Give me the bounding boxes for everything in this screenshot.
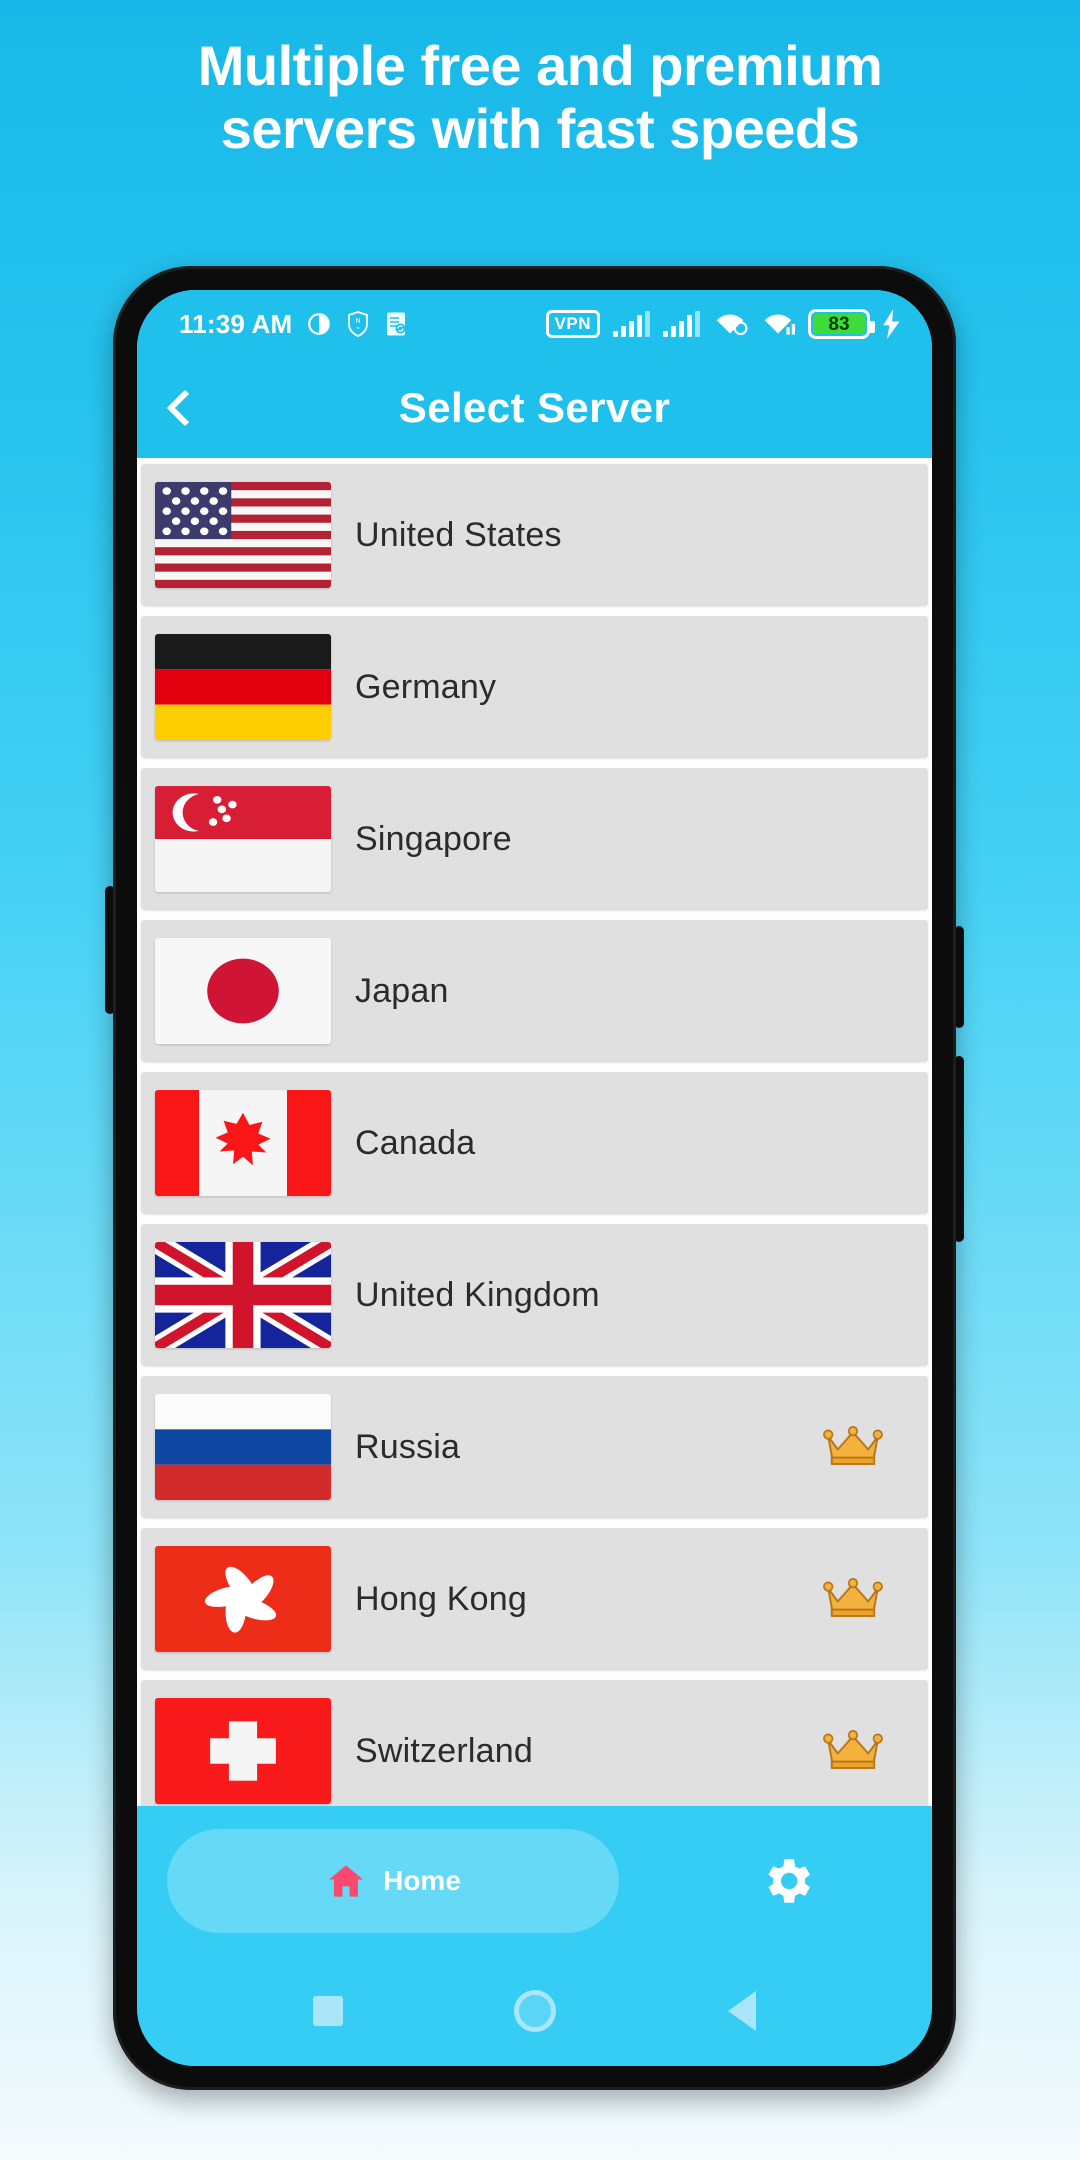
signal-bars-sim1-icon (613, 311, 650, 337)
settings-button[interactable] (758, 1852, 816, 1910)
table-row[interactable]: United States (141, 464, 928, 606)
table-row[interactable]: Hong Kong (141, 1528, 928, 1670)
phone-power-button (954, 1056, 964, 1242)
table-row[interactable]: Russia (141, 1376, 928, 1518)
phone-volume-button (954, 926, 964, 1028)
flag-us-icon (155, 482, 331, 588)
app-bar: Select Server (137, 358, 932, 458)
wifi-link-icon (716, 314, 748, 336)
vpn-icon: VPN (545, 310, 600, 338)
headline-line-1: Multiple free and premium (197, 34, 883, 97)
brightness-icon (308, 313, 331, 335)
table-row[interactable]: Canada (141, 1072, 928, 1214)
bottom-navigation: Home (137, 1806, 932, 1956)
phone-screen: 11:39 AM N ≈ VPN 83 Select Server United… (137, 290, 932, 2066)
phone-mockup-frame: 11:39 AM N ≈ VPN 83 Select Server United… (105, 266, 964, 2090)
status-bar: 11:39 AM N ≈ VPN 83 (137, 290, 932, 358)
home-icon (329, 1865, 364, 1897)
phone-left-button (105, 886, 115, 1014)
promo-headline: Multiple free and premium servers with f… (0, 34, 1080, 161)
flag-ch-icon (155, 1698, 331, 1804)
svg-text:N: N (356, 318, 361, 325)
android-system-nav (137, 1956, 932, 2066)
square-icon[interactable] (312, 1996, 343, 2026)
headline-line-2: servers with fast speeds (220, 97, 860, 161)
server-name: Japan (355, 971, 449, 1010)
server-name: Hong Kong (355, 1579, 527, 1618)
flag-de-icon (155, 634, 331, 740)
table-row[interactable]: United Kingdom (141, 1224, 928, 1366)
charging-bolt-icon (883, 309, 900, 339)
crown-icon (823, 1577, 883, 1617)
crown-icon (823, 1425, 883, 1465)
chevron-left-icon (166, 389, 204, 427)
wifi-icon (764, 314, 795, 335)
battery-percent: 83 (828, 313, 850, 335)
status-time: 11:39 AM (179, 308, 293, 339)
server-name: Canada (355, 1123, 476, 1162)
battery-icon: 83 (808, 309, 875, 339)
server-name: United States (355, 515, 562, 554)
document-sync-icon (387, 312, 406, 336)
page-title: Select Server (398, 384, 671, 431)
home-tab-button[interactable]: Home (167, 1829, 619, 1933)
flag-sg-icon (155, 786, 331, 892)
svg-text:≈: ≈ (357, 326, 361, 332)
flag-gb-icon (155, 1242, 331, 1348)
server-name: Switzerland (355, 1731, 533, 1770)
table-row[interactable]: Japan (141, 920, 928, 1062)
server-name: Russia (355, 1427, 461, 1466)
flag-ru-icon (155, 1394, 331, 1500)
status-bar-left: 11:39 AM N ≈ (179, 309, 408, 340)
home-tab-label: Home (383, 1865, 461, 1896)
flag-ca-icon (155, 1090, 331, 1196)
server-name: Singapore (355, 819, 512, 858)
server-list[interactable]: United States Germany Singapore Japan Ca… (137, 458, 932, 1806)
circle-icon[interactable] (514, 1990, 557, 2032)
triangle-left-icon[interactable] (728, 1991, 757, 2031)
server-name: United Kingdom (355, 1275, 600, 1314)
table-row[interactable]: Switzerland (141, 1680, 928, 1806)
table-row[interactable]: Germany (141, 616, 928, 758)
gear-icon (768, 1859, 810, 1903)
status-bar-right: VPN 83 (545, 309, 902, 339)
crown-icon (823, 1729, 883, 1769)
flag-hk-icon (155, 1546, 331, 1652)
server-name: Germany (355, 667, 497, 706)
back-button[interactable] (137, 358, 233, 458)
flag-jp-icon (155, 938, 331, 1044)
shield-nfc-icon: N ≈ (348, 311, 369, 337)
signal-bars-sim2-icon (663, 311, 700, 337)
table-row[interactable]: Singapore (141, 768, 928, 910)
